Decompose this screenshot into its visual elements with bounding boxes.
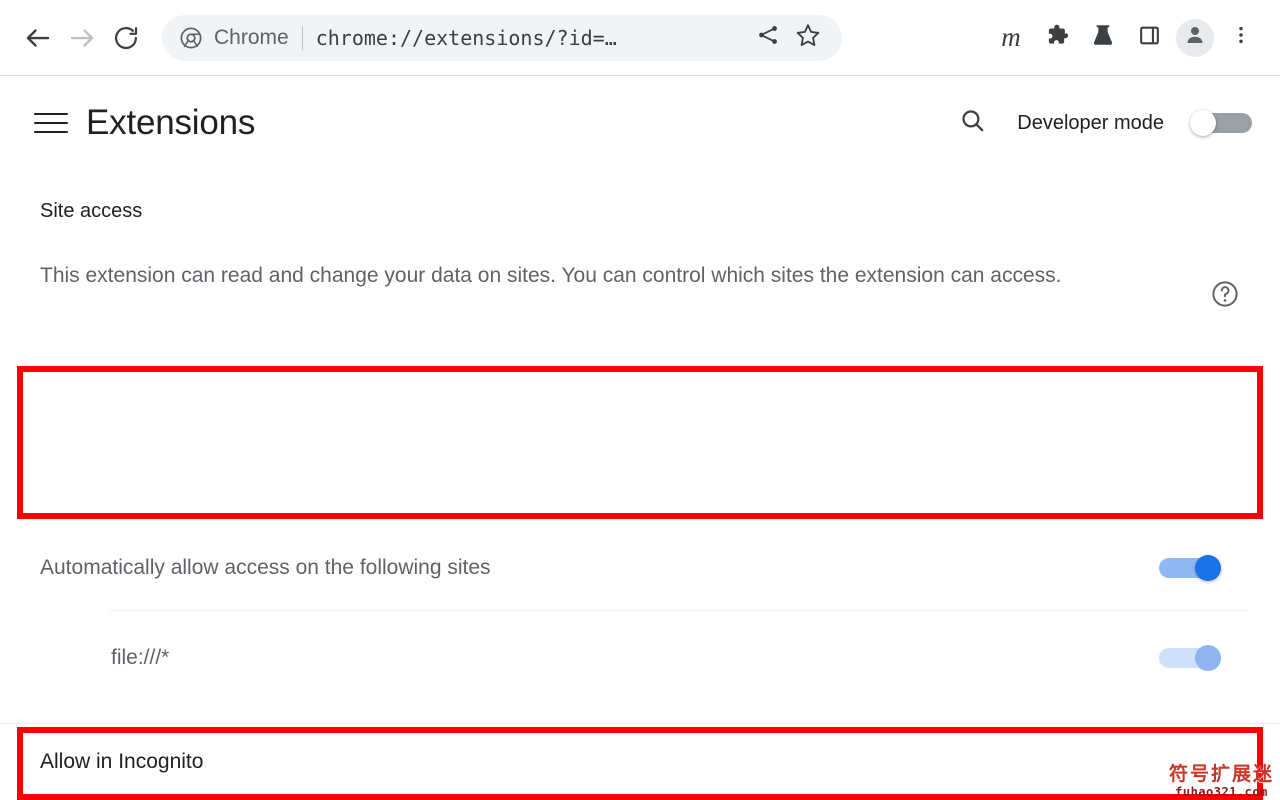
site-access-help-button[interactable]	[1210, 257, 1240, 314]
site-access-description: This extension can read and change your …	[40, 264, 1062, 287]
back-arrow-icon	[23, 23, 53, 53]
share-button[interactable]	[748, 18, 788, 58]
side-panel-button[interactable]	[1126, 15, 1172, 61]
watermark-text: 符号扩展迷	[1168, 763, 1274, 785]
flask-labs-button[interactable]	[1080, 15, 1126, 61]
omnibox-divider	[301, 25, 303, 50]
toolbar-icon-group: m	[856, 15, 1264, 61]
page-title: Extensions	[86, 103, 256, 142]
browser-toolbar: Chrome chrome://extensions/?id=… m	[0, 0, 1280, 76]
site-access-heading: Site access	[40, 200, 143, 222]
omnibox-scheme-label: Chrome	[214, 25, 289, 49]
m-extension-icon[interactable]: m	[988, 15, 1034, 61]
search-icon	[959, 107, 986, 139]
site-list-item-label: file:///*	[111, 646, 170, 669]
auto-allow-access-row[interactable]: Automatically allow access on the follow…	[0, 545, 1280, 590]
auto-allow-access-label: Automatically allow access on the follow…	[40, 555, 491, 579]
bookmark-button[interactable]	[788, 18, 828, 58]
star-outline-icon	[795, 22, 821, 53]
allow-in-incognito-title: Allow in Incognito	[40, 750, 204, 773]
back-button[interactable]	[16, 16, 60, 60]
search-button[interactable]	[949, 100, 995, 146]
forward-arrow-icon	[67, 23, 97, 53]
allow-in-incognito-section: Allow in Incognito Warning: Google Chrom…	[0, 750, 1280, 800]
watermark: 符号扩展迷 fuhao321.com	[1168, 763, 1274, 799]
flask-labs-icon	[1090, 22, 1116, 53]
profile-avatar-icon	[1183, 23, 1207, 52]
site-list-divider	[110, 610, 1247, 611]
help-circle-icon	[1210, 281, 1240, 313]
chrome-logo-icon	[180, 27, 202, 49]
extensions-page-header: Extensions Developer mode	[0, 76, 1280, 176]
puzzle-extensions-button[interactable]	[1034, 15, 1080, 61]
side-panel-icon	[1137, 23, 1162, 53]
more-menu-button[interactable]	[1218, 15, 1264, 61]
site-access-description-row: This extension can read and change your …	[40, 257, 1240, 314]
extension-detail-content: Site access This extension can read and …	[0, 170, 1280, 800]
watermark-url: fuhao321.com	[1175, 785, 1268, 799]
header-actions: Developer mode	[949, 100, 1252, 146]
more-menu-icon	[1230, 24, 1252, 51]
auto-allow-access-toggle[interactable]	[1159, 554, 1221, 581]
forward-button[interactable]	[60, 16, 104, 60]
reload-icon	[112, 24, 140, 52]
puzzle-extensions-icon	[1044, 22, 1070, 53]
reload-button[interactable]	[104, 16, 148, 60]
omnibox-url-text[interactable]: chrome://extensions/?id=…	[316, 26, 748, 50]
site-access-section: Site access This extension can read and …	[0, 170, 1280, 314]
site-list-item-toggle[interactable]	[1159, 645, 1221, 671]
allow-in-incognito-warning: Warning: Google Chrome cannot prevent ex…	[40, 785, 1145, 800]
hamburger-menu-icon[interactable]	[34, 108, 68, 138]
site-list-item-file[interactable]: file:///*	[0, 636, 1280, 680]
developer-mode-toggle[interactable]	[1190, 110, 1252, 136]
browser-window: Chrome chrome://extensions/?id=… m Exten…	[0, 0, 1280, 800]
address-bar[interactable]: Chrome chrome://extensions/?id=…	[162, 14, 842, 61]
developer-mode-label: Developer mode	[1017, 111, 1164, 134]
share-icon	[756, 23, 780, 52]
profile-avatar-button[interactable]	[1176, 18, 1214, 57]
incognito-section-divider	[0, 723, 1280, 724]
